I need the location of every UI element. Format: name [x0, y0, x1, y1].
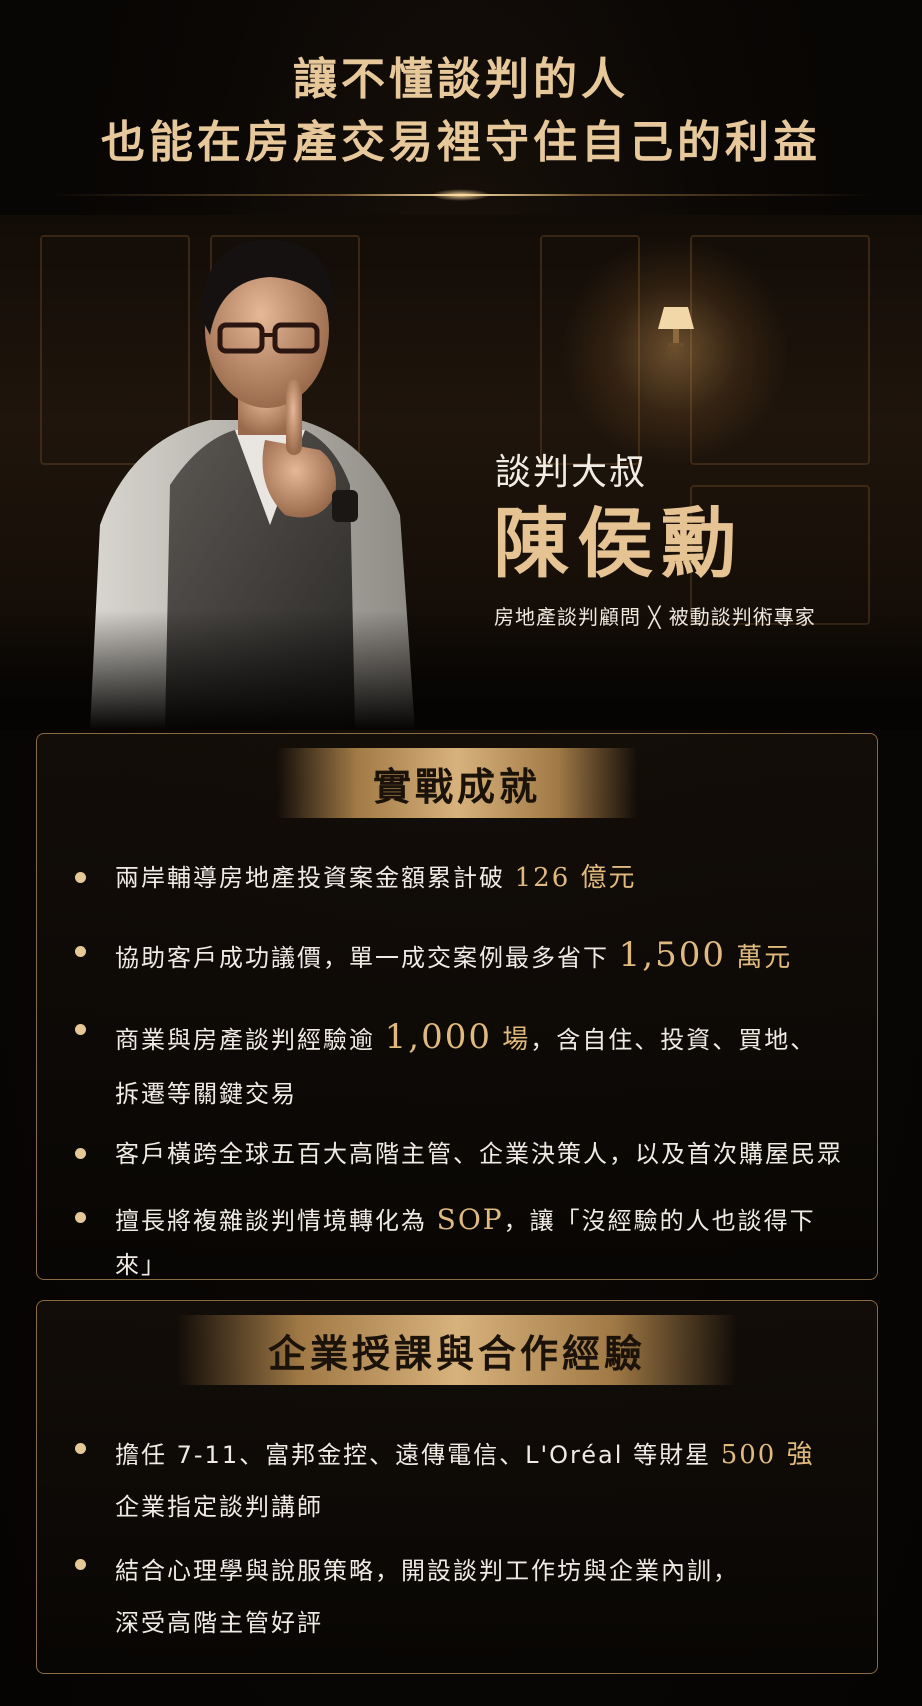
list-item: 結合心理學與說服策略，開設談判工作坊與企業內訓， 深受高階主管好評	[75, 1545, 739, 1649]
item-highlight: 1,500	[618, 935, 726, 975]
item-text: 商業與房產談判經驗逾	[115, 1026, 385, 1054]
person-title: 房地產談判顧問 ╳ 被動談判術專家	[494, 605, 816, 629]
item-text: 協助客戶成功議價，單一成交案例最多省下	[115, 944, 619, 972]
item-highlight: SOP	[436, 1203, 504, 1236]
nickname: 談判大叔	[495, 452, 648, 493]
list-item: 客戶橫跨全球五百大高階主管、企業決策人，以及首次購屋民眾	[75, 1134, 843, 1174]
item-highlight: 1,000	[384, 1017, 492, 1057]
item-highlight: 126 億元	[514, 863, 637, 893]
item-text: 擅長將複雜談判情境轉化為	[115, 1207, 437, 1235]
hero-section: 談判大叔 陳侯勳 房地產談判顧問 ╳ 被動談判術專家	[0, 215, 922, 730]
divider-glow	[431, 189, 491, 201]
corporate-heading: 企業授課與合作經驗	[267, 1330, 646, 1376]
achievements-heading: 實戰成就	[372, 763, 541, 809]
person-name: 陳侯勳	[493, 499, 745, 588]
item-text-line2: 拆遷等關鍵交易	[115, 1080, 297, 1108]
item-highlight-unit: 場	[491, 1025, 531, 1055]
headline: 讓不懂談判的人 也能在房產交易裡守住自己的利益	[0, 50, 922, 176]
item-text-line2: 企業指定談判講師	[115, 1493, 323, 1521]
list-item: 擔任 7-11、富邦金控、遠傳電信、L'Oréal 等財星 500 強企業指定談…	[75, 1429, 815, 1533]
list-item: 協助客戶成功議價，單一成交案例最多省下 1,500 萬元	[75, 932, 792, 981]
item-text-tail: ，含自住、投資、買地、	[530, 1026, 817, 1054]
item-text: 擔任 7-11、富邦金控、遠傳電信、L'Oréal 等財星	[115, 1441, 721, 1469]
list-item: 商業與房產談判經驗逾 1,000 場，含自住、投資、買地、拆遷等關鍵交易	[75, 1010, 816, 1121]
list-item: 兩岸輔導房地產投資案金額累計破 126 億元	[75, 858, 637, 898]
headline-line-2: 也能在房產交易裡守住自己的利益	[101, 117, 821, 168]
headline-line-1: 讓不懂談判的人	[293, 54, 629, 105]
item-text: 客戶橫跨全球五百大高階主管、企業決策人，以及首次購屋民眾	[115, 1140, 843, 1168]
page: 讓不懂談判的人 也能在房產交易裡守住自己的利益 談判大叔 陳侯勳 房地產談判顧問…	[0, 0, 922, 1706]
item-text: 兩岸輔導房地產投資案金額累計破	[115, 864, 515, 892]
list-item: 擅長將複雜談判情境轉化為 SOP，讓「沒經驗的人也談得下來」	[75, 1198, 847, 1287]
item-text-line2: 深受高階主管好評	[115, 1609, 323, 1637]
achievements-card: 實戰成就 兩岸輔導房地產投資案金額累計破 126 億元 協助客戶成功議價，單一成…	[36, 733, 878, 1280]
item-highlight: 500 強	[720, 1440, 815, 1470]
corporate-heading-ribbon: 企業授課與合作經驗	[177, 1315, 737, 1385]
item-text: 結合心理學與說服策略，開設談判工作坊與企業內訓，	[115, 1557, 739, 1585]
item-highlight-unit: 萬元	[725, 943, 793, 973]
wall-lamp-icon	[658, 307, 694, 347]
achievements-heading-ribbon: 實戰成就	[277, 748, 637, 818]
corporate-card: 企業授課與合作經驗 擔任 7-11、富邦金控、遠傳電信、L'Oréal 等財星 …	[36, 1300, 878, 1674]
